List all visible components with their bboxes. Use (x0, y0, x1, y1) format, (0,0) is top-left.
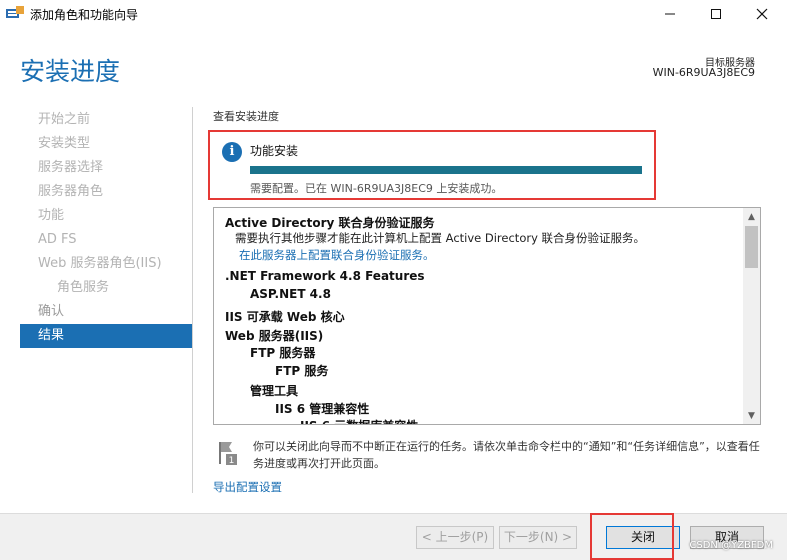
status-message: 需要配置。已在 WIN-6R9UA3J8EC9 上安装成功。 (250, 182, 503, 195)
server-manager-icon (6, 6, 24, 18)
scroll-down-icon[interactable]: ▼ (743, 407, 760, 424)
progress-bar (250, 166, 642, 174)
title-bar: 添加角色和功能向导 (0, 0, 787, 28)
section-label: 查看安装进度 (213, 110, 279, 123)
flag-badge: 1 (229, 456, 235, 466)
maximize-button[interactable] (693, 2, 739, 26)
close-icon (756, 8, 768, 20)
nav-item-results[interactable]: 结果 (20, 324, 192, 348)
nav-divider (192, 107, 193, 493)
page-title: 安装进度 (20, 57, 121, 86)
minimize-button[interactable] (647, 2, 693, 26)
progress-fill (250, 166, 642, 174)
configure-fs-link[interactable]: 在此服务器上配置联合身份验证服务。 (239, 247, 435, 263)
info-icon: i (222, 142, 242, 162)
flag-icon: 1 (219, 442, 237, 466)
next-button[interactable]: 下一步(N) > (499, 526, 577, 549)
nav-item-installation-type: 安装类型 (38, 136, 91, 151)
result-line: Active Directory 联合身份验证服务 (225, 216, 435, 230)
close-wizard-note: 你可以关闭此向导而不中断正在运行的任务。请依次单击命令栏中的“通知”和“任务详细… (253, 440, 760, 470)
watermark: CSDN @YZBFDM (689, 540, 773, 551)
wizard-steps-nav: 开始之前 安装类型 服务器选择 服务器角色 功能 AD FS Web 服务器角色… (20, 108, 192, 348)
result-line: 管理工具 (250, 384, 299, 398)
nav-item-server-selection: 服务器选择 (38, 160, 104, 175)
nav-item-features: 功能 (38, 208, 65, 223)
result-line: .NET Framework 4.8 Features (225, 269, 425, 283)
close-window-button[interactable] (739, 2, 785, 26)
results-scrollbar[interactable]: ▲ ▼ (743, 208, 760, 424)
result-line: 需要执行其他步骤才能在此计算机上配置 Active Directory 联合身份… (235, 231, 646, 245)
nav-item-server-roles: 服务器角色 (38, 184, 104, 199)
export-config-link[interactable]: 导出配置设置 (213, 479, 282, 495)
target-server-name: WIN-6R9UA3J8EC9 (652, 66, 755, 79)
nav-item-role-services: 角色服务 (57, 280, 110, 295)
result-line: IIS 6 元数据库兼容性 (300, 417, 418, 424)
status-title: 功能安装 (250, 144, 299, 158)
minimize-icon (665, 13, 675, 15)
result-line: Web 服务器(IIS) (225, 329, 324, 343)
close-button-highlight (590, 513, 674, 560)
window-title: 添加角色和功能向导 (30, 8, 139, 22)
nav-item-web-server-role: Web 服务器角色(IIS) (38, 256, 162, 271)
scroll-thumb[interactable] (745, 226, 758, 268)
result-line: FTP 服务器 (250, 346, 316, 360)
scroll-up-icon[interactable]: ▲ (743, 208, 760, 225)
nav-item-confirmation[interactable]: 确认 (20, 300, 192, 324)
nav-item-before-you-begin: 开始之前 (38, 112, 91, 127)
install-status-block: i 功能安装 需要配置。已在 WIN-6R9UA3J8EC9 上安装成功。 (208, 130, 656, 200)
wizard-header: 安装进度 目标服务器 WIN-6R9UA3J8EC9 (0, 28, 787, 100)
nav-item-ad-fs: AD FS (38, 232, 77, 247)
result-line: IIS 6 管理兼容性 (275, 402, 370, 416)
previous-button[interactable]: < 上一步(P) (416, 526, 494, 549)
result-line: ASP.NET 4.8 (250, 287, 331, 301)
maximize-icon (711, 9, 721, 19)
result-line: FTP 服务 (275, 364, 329, 378)
results-list[interactable]: Active Directory 联合身份验证服务 需要执行其他步骤才能在此计算… (213, 207, 761, 425)
result-line: IIS 可承载 Web 核心 (225, 310, 345, 324)
